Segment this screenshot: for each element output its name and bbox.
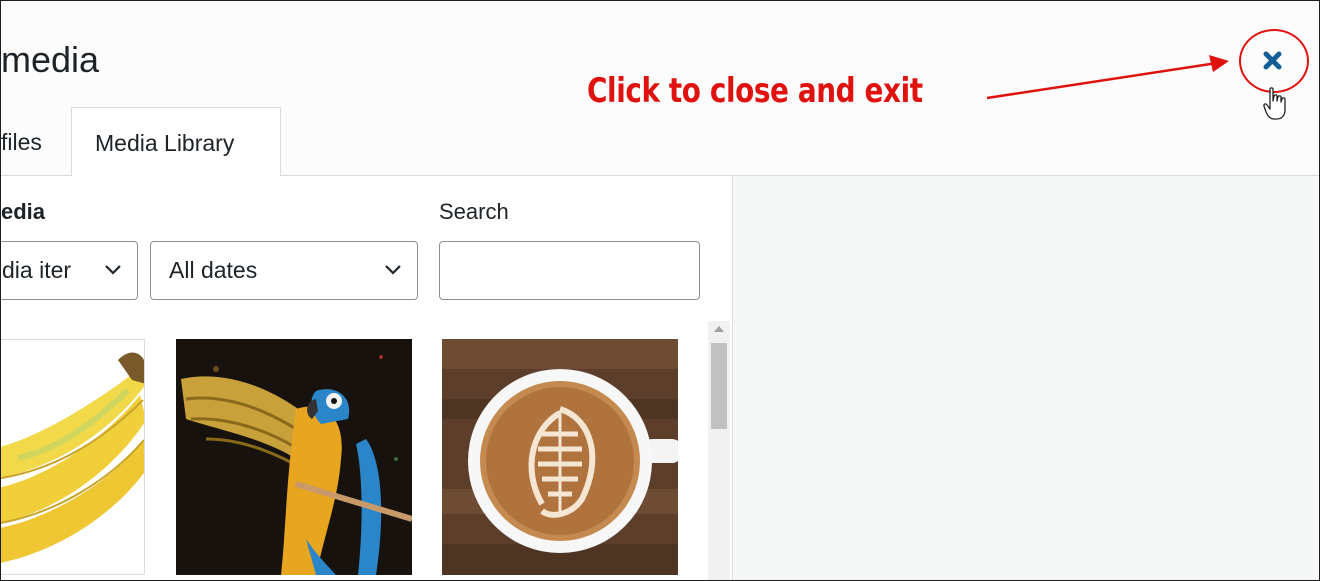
chevron-down-icon [105,265,121,275]
modal-header: media files Media Library Click to close… [1,1,1319,177]
media-item-bananas[interactable] [1,339,145,575]
parrot-image [176,339,412,575]
annotation-arrow-icon [986,55,1229,100]
search-input[interactable] [439,241,700,300]
select-value: All dates [169,257,258,283]
chevron-down-icon [385,265,401,275]
hand-cursor-icon [1263,87,1286,120]
close-button[interactable] [1239,29,1309,93]
media-modal: media files Media Library Click to close… [0,0,1320,581]
scrollbar-thumb[interactable] [711,343,727,429]
media-item-parrot[interactable] [176,339,412,575]
tab-upload-files[interactable]: files [1,107,71,177]
media-item-coffee[interactable] [442,339,678,575]
tab-media-library[interactable]: Media Library [71,107,281,177]
page-title: media [1,39,100,80]
annotation-text: Click to close and exit [587,71,923,111]
tab-label: files [1,129,42,155]
attachment-details-sidebar [732,176,1319,580]
tab-label: Media Library [95,130,235,156]
coffee-image [442,339,678,575]
banana-image [1,340,144,574]
select-value: dia iter [2,257,72,283]
date-filter-select[interactable]: All dates [150,241,418,300]
media-type-select[interactable]: dia iter [1,241,138,300]
scrollbar[interactable] [708,321,730,580]
close-x-icon [1263,51,1282,70]
filter-media-label: edia [1,199,46,224]
search-label: Search [439,199,509,224]
scroll-up-arrow-icon[interactable] [708,321,730,339]
